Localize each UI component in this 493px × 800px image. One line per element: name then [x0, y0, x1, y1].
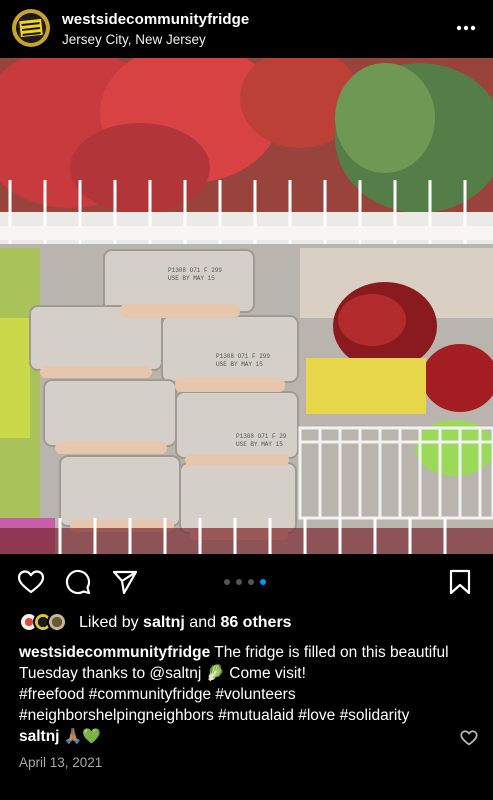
carousel-dot-active — [260, 579, 266, 585]
lettuce-emoji: 🥬 — [205, 665, 225, 682]
caption-username[interactable]: westsidecommunityfridge — [19, 644, 210, 661]
send-icon[interactable] — [111, 568, 139, 596]
post-location[interactable]: Jersey City, New Jersey — [62, 32, 206, 47]
likes-row: Liked by saltnj and 86 others — [0, 610, 493, 636]
bookmark-icon[interactable] — [446, 568, 474, 596]
egg-stamp-3b: USE BY MAY 15 — [236, 441, 283, 448]
more-horizontal-icon[interactable] — [454, 18, 478, 38]
egg-stamp-1b: USE BY MAY 15 — [168, 275, 215, 282]
likes-summary[interactable]: Liked by saltnj and 86 others — [79, 614, 292, 632]
account-username[interactable]: westsidecommunityfridge — [62, 11, 249, 28]
comment-username[interactable]: saltnj — [19, 728, 59, 745]
egg-stamp-2b: USE BY MAY 15 — [216, 361, 263, 368]
post-caption: westsidecommunityfridge The fridge is fi… — [19, 642, 479, 726]
heart-icon[interactable] — [17, 568, 45, 596]
liker-avatar[interactable] — [47, 612, 67, 632]
post-photo[interactable]: P1308 O71 F 299 USE BY MAY 15 P1308 O71 … — [0, 58, 493, 554]
likes-prefix: Liked by — [79, 614, 144, 631]
comment-icon[interactable] — [64, 568, 92, 596]
caption-hashtags[interactable]: #freefood #communityfridge #volunteers #… — [19, 686, 409, 724]
account-avatar[interactable] — [12, 9, 50, 47]
post-header: westsidecommunityfridge Jersey City, New… — [0, 0, 493, 58]
fridge-sign-logo — [18, 17, 44, 39]
post-date: April 13, 2021 — [19, 755, 103, 770]
likes-others-count[interactable]: 86 others — [220, 614, 291, 631]
carousel-dot — [224, 579, 230, 585]
comment-text: 🙏🏽💚 — [63, 728, 101, 745]
egg-stamp-1: P1308 O71 F 299 — [168, 267, 222, 274]
comment-row: saltnj 🙏🏽💚 — [19, 727, 479, 751]
action-bar — [0, 560, 493, 604]
likes-middle: and — [184, 614, 221, 631]
egg-stamp-3: P1308 O71 F 29 — [236, 433, 287, 440]
heart-outline-icon[interactable] — [460, 729, 478, 747]
egg-stamp-2: P1308 O71 F 299 — [216, 353, 270, 360]
liker-username[interactable]: saltnj — [143, 614, 185, 631]
caption-text-2: Come visit! — [224, 665, 306, 682]
carousel-dot — [248, 579, 254, 585]
carousel-dot — [236, 579, 242, 585]
fridge-photo-illustration: P1308 O71 F 299 USE BY MAY 15 P1308 O71 … — [0, 58, 493, 554]
